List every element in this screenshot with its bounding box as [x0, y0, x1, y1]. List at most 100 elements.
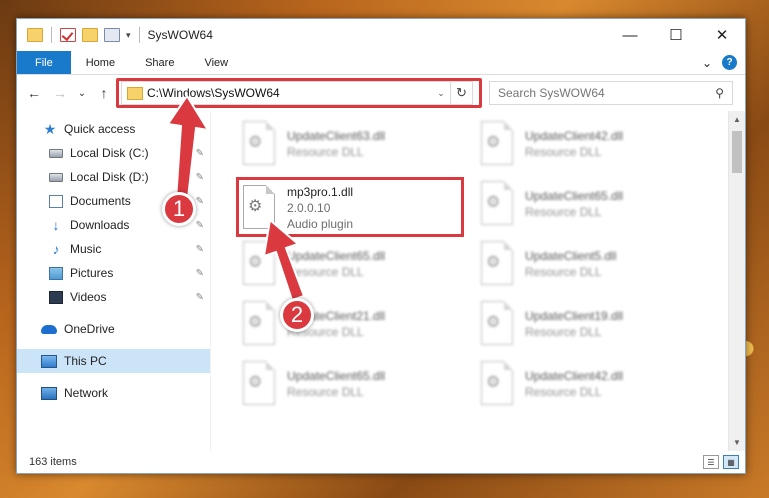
back-button[interactable]: ← [23, 82, 45, 104]
file-name: UpdateClient42.dll [525, 129, 624, 143]
tab-view[interactable]: View [189, 51, 243, 74]
tab-file[interactable]: File [17, 51, 71, 74]
item-count: 163 items [29, 456, 77, 468]
dll-file-icon: ⚙ [477, 361, 517, 407]
address-bar[interactable]: C:\Windows\SysWOW64 ⌄ ↻ [116, 78, 482, 108]
file-name: UpdateClient65.dll [287, 249, 386, 263]
status-bar: 163 items ☰ ▦ [17, 451, 745, 473]
customize-icon[interactable] [104, 28, 120, 42]
file-item[interactable]: ⚙ UpdateClient5.dll Resource DLL [477, 235, 707, 293]
downloads-icon: ↓ [52, 216, 60, 233]
vertical-scrollbar[interactable]: ▲ ▼ [728, 111, 745, 451]
pin-icon[interactable]: ✎ [196, 292, 204, 303]
sidebar-item-videos[interactable]: Videos ✎ [17, 285, 210, 309]
callout-1-badge: 1 [162, 192, 196, 226]
file-explorer-window: ▾ SysWOW64 — ☐ ✕ File Home Share View ⌄ … [16, 18, 746, 474]
dll-file-icon: ⚙ [239, 361, 279, 407]
file-item[interactable]: ⚙ UpdateClient65.dll Resource DLL [239, 235, 469, 293]
dll-file-icon: ⚙ [239, 121, 279, 167]
navigation-pane: ★ Quick access Local Disk (C:) ✎ Local D… [17, 111, 211, 451]
sidebar-item-this-pc[interactable]: This PC [17, 349, 210, 373]
pin-icon[interactable]: ✎ [196, 244, 204, 255]
forward-button[interactable]: → [49, 82, 71, 104]
pin-icon[interactable]: ✎ [196, 220, 204, 231]
file-item[interactable]: ⚙ UpdateClient19.dll Resource DLL [477, 295, 707, 353]
file-type: Resource DLL [525, 205, 602, 219]
sidebar-item-pictures[interactable]: Pictures ✎ [17, 261, 210, 285]
dll-file-icon: ⚙ [477, 241, 517, 287]
title-bar: ▾ SysWOW64 — ☐ ✕ [17, 19, 745, 51]
file-type: Resource DLL [287, 265, 364, 279]
expand-ribbon-icon[interactable]: ⌄ [702, 56, 712, 70]
file-type: Resource DLL [525, 325, 602, 339]
new-folder-icon[interactable] [82, 28, 98, 42]
qa-dropdown-icon[interactable]: ▾ [126, 30, 131, 41]
separator [51, 27, 52, 43]
sidebar-item-label: Documents [70, 194, 131, 208]
tab-home[interactable]: Home [71, 51, 130, 74]
search-icon[interactable]: ⚲ [715, 86, 724, 100]
dll-file-icon: ⚙ [477, 121, 517, 167]
sidebar-item-network[interactable]: Network [17, 381, 210, 405]
tab-share[interactable]: Share [130, 51, 189, 74]
dll-file-icon: ⚙ [239, 301, 279, 347]
sidebar-item-local-disk-c[interactable]: Local Disk (C:) ✎ [17, 141, 210, 165]
sidebar-item-quick-access[interactable]: ★ Quick access [17, 117, 210, 141]
search-box[interactable]: ⚲ [489, 81, 733, 105]
scroll-down-icon[interactable]: ▼ [729, 434, 745, 451]
close-button[interactable]: ✕ [699, 19, 745, 51]
navigation-bar: ← → ⌄ ↑ C:\Windows\SysWOW64 ⌄ ↻ ⚲ [17, 75, 745, 111]
onedrive-icon [41, 324, 57, 334]
sidebar-item-label: Local Disk (C:) [70, 146, 149, 160]
pin-icon[interactable]: ✎ [196, 196, 204, 207]
videos-icon [49, 290, 63, 304]
view-buttons: ☰ ▦ [703, 455, 745, 469]
address-highlight-box [116, 78, 482, 108]
dll-file-icon: ⚙ [477, 301, 517, 347]
disk-icon [49, 172, 63, 182]
file-type: Resource DLL [525, 265, 602, 279]
file-name: UpdateClient63.dll [287, 129, 386, 143]
file-item[interactable]: ⚙ UpdateClient42.dll Resource DLL [477, 115, 707, 173]
pictures-icon [49, 266, 63, 280]
scroll-thumb[interactable] [732, 131, 742, 173]
dll-file-icon: ⚙ [477, 181, 517, 227]
properties-check-icon[interactable] [60, 28, 76, 42]
file-item[interactable]: ⚙ UpdateClient65.dll Resource DLL [477, 175, 707, 233]
recent-locations-button[interactable]: ⌄ [75, 82, 89, 104]
file-item[interactable]: ⚙ UpdateClient42.dll Resource DLL [477, 355, 707, 413]
sidebar-item-label: Downloads [70, 218, 130, 232]
search-input[interactable] [498, 86, 716, 100]
maximize-button[interactable]: ☐ [653, 19, 699, 51]
details-view-icon[interactable]: ☰ [703, 455, 719, 469]
pin-icon[interactable]: ✎ [196, 148, 204, 159]
file-item[interactable]: ⚙ UpdateClient21.dll Resource DLL [239, 295, 469, 353]
file-type: Resource DLL [525, 145, 602, 159]
tiles-view-icon[interactable]: ▦ [723, 455, 739, 469]
file-name: UpdateClient65.dll [525, 189, 624, 203]
disk-icon [49, 148, 63, 158]
window-title: SysWOW64 [147, 28, 213, 42]
window-controls: — ☐ ✕ [607, 19, 745, 51]
minimize-button[interactable]: — [607, 19, 653, 51]
sidebar-item-label: Pictures [70, 266, 114, 280]
ribbon-right: ⌄ ? [702, 51, 745, 74]
help-icon[interactable]: ? [722, 55, 737, 70]
file-item[interactable]: ⚙ UpdateClient63.dll Resource DLL [239, 115, 469, 173]
ribbon-tabs: File Home Share View ⌄ ? [17, 51, 745, 75]
scroll-up-icon[interactable]: ▲ [729, 111, 745, 128]
pin-icon[interactable]: ✎ [196, 268, 204, 279]
up-button[interactable]: ↑ [93, 82, 115, 104]
sidebar-item-music[interactable]: ♪ Music ✎ [17, 237, 210, 261]
sidebar-item-label: Network [64, 386, 109, 400]
quick-access-toolbar: ▾ [17, 27, 142, 43]
file-item[interactable]: ⚙ UpdateClient65.dll Resource DLL [239, 355, 469, 413]
sidebar-item-label: This PC [64, 354, 107, 368]
separator [138, 27, 140, 43]
sidebar-item-onedrive[interactable]: OneDrive [17, 317, 210, 341]
sidebar-item-local-disk-d[interactable]: Local Disk (D:) ✎ [17, 165, 210, 189]
folder-icon [27, 28, 43, 42]
pin-icon[interactable]: ✎ [196, 172, 204, 183]
file-name: UpdateClient19.dll [525, 309, 624, 323]
documents-icon [49, 194, 63, 208]
